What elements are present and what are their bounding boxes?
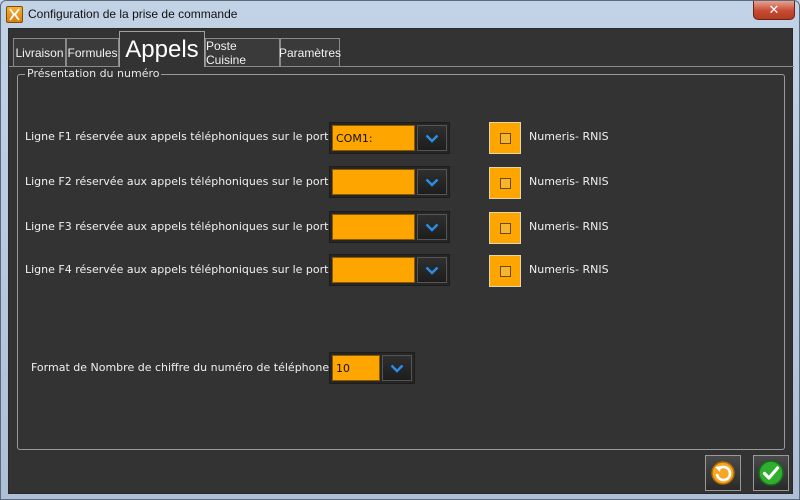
digits-format-combo[interactable]: 10 <box>329 352 415 384</box>
tab-parametres[interactable]: Paramètres <box>278 38 342 67</box>
app-logo-icon <box>6 6 23 23</box>
close-icon: ✕ <box>768 2 780 18</box>
line-f1-port-input[interactable]: COM1: <box>332 125 415 151</box>
line-f3-label: Ligne F3 réservée aux appels téléphoniqu… <box>25 220 336 233</box>
tab-label: Paramètres <box>278 46 342 60</box>
tab-label: Appels <box>125 35 199 63</box>
digits-format-input[interactable]: 10 <box>332 355 380 381</box>
line-f2-label: Ligne F2 réservée aux appels téléphoniqu… <box>25 175 336 188</box>
tab-label: Livraison <box>15 46 64 60</box>
tab-label: Poste Cuisine <box>206 39 247 67</box>
line-f2-port-input[interactable] <box>332 169 415 195</box>
checkbox-box <box>499 222 511 234</box>
tab-appels[interactable]: Appels <box>119 31 205 67</box>
line-f2-numeris-checkbox[interactable] <box>489 167 521 199</box>
line-f2-port-combo[interactable] <box>329 166 450 198</box>
line-f3-dropdown-button[interactable] <box>417 214 447 240</box>
line-f1-label: Ligne F1 réservée aux appels téléphoniqu… <box>25 130 336 143</box>
line-f2-dropdown-button[interactable] <box>417 169 447 195</box>
check-icon <box>758 460 784 486</box>
line-f3-port-input[interactable] <box>332 214 415 240</box>
line-f2-numeris-label: Numeris- RNIS <box>529 175 609 188</box>
line-f4-label: Ligne F4 réservée aux appels téléphoniqu… <box>25 263 336 276</box>
ok-button[interactable] <box>753 455 789 491</box>
digits-format-label: Format de Nombre de chiffre du numéro de… <box>31 361 337 374</box>
chevron-down-icon <box>425 134 439 143</box>
line-f4-port-input[interactable] <box>332 257 415 283</box>
number-presentation-group: Présentation du numéro Ligne F1 réservée… <box>17 67 785 450</box>
tab-formules[interactable]: Formules <box>66 38 119 67</box>
checkbox-box <box>499 177 511 189</box>
line-f4-numeris-label: Numeris- RNIS <box>529 263 609 276</box>
line-f3-port-combo[interactable] <box>329 211 450 243</box>
checkbox-box <box>499 132 511 144</box>
line-f3-numeris-checkbox[interactable] <box>489 212 521 244</box>
line-f4-numeris-checkbox[interactable] <box>489 255 521 287</box>
line-f1-dropdown-button[interactable] <box>417 125 447 151</box>
line-f4-dropdown-button[interactable] <box>417 257 447 283</box>
dialog-content: Livraison Formules Appels Poste Cuisine … <box>8 28 794 494</box>
chevron-down-icon <box>425 178 439 187</box>
cancel-button[interactable] <box>705 455 741 491</box>
line-f1-numeris-checkbox[interactable] <box>489 122 521 154</box>
title-bar: Configuration de la prise de commande ✕ <box>1 1 799 27</box>
line-f3-numeris-label: Numeris- RNIS <box>529 220 609 233</box>
line-f4-port-combo[interactable] <box>329 254 450 286</box>
window-title: Configuration de la prise de commande <box>28 7 238 21</box>
tab-livraison[interactable]: Livraison <box>13 38 66 67</box>
tab-poste-cuisine[interactable]: Poste Cuisine <box>205 38 280 67</box>
chevron-down-icon <box>425 266 439 275</box>
line-f1-numeris-label: Numeris- RNIS <box>529 130 609 143</box>
digits-format-dropdown-button[interactable] <box>382 355 412 381</box>
line-f1-port-combo[interactable]: COM1: <box>329 122 450 154</box>
undo-icon <box>711 461 735 485</box>
checkbox-box <box>499 265 511 277</box>
chevron-down-icon <box>425 223 439 232</box>
dialog-window: Configuration de la prise de commande ✕ … <box>0 0 800 500</box>
group-title: Présentation du numéro <box>25 67 162 80</box>
chevron-down-icon <box>390 364 404 373</box>
tab-label: Formules <box>67 46 118 60</box>
close-button[interactable]: ✕ <box>753 1 795 20</box>
tab-bar: Livraison Formules Appels Poste Cuisine … <box>9 29 792 67</box>
